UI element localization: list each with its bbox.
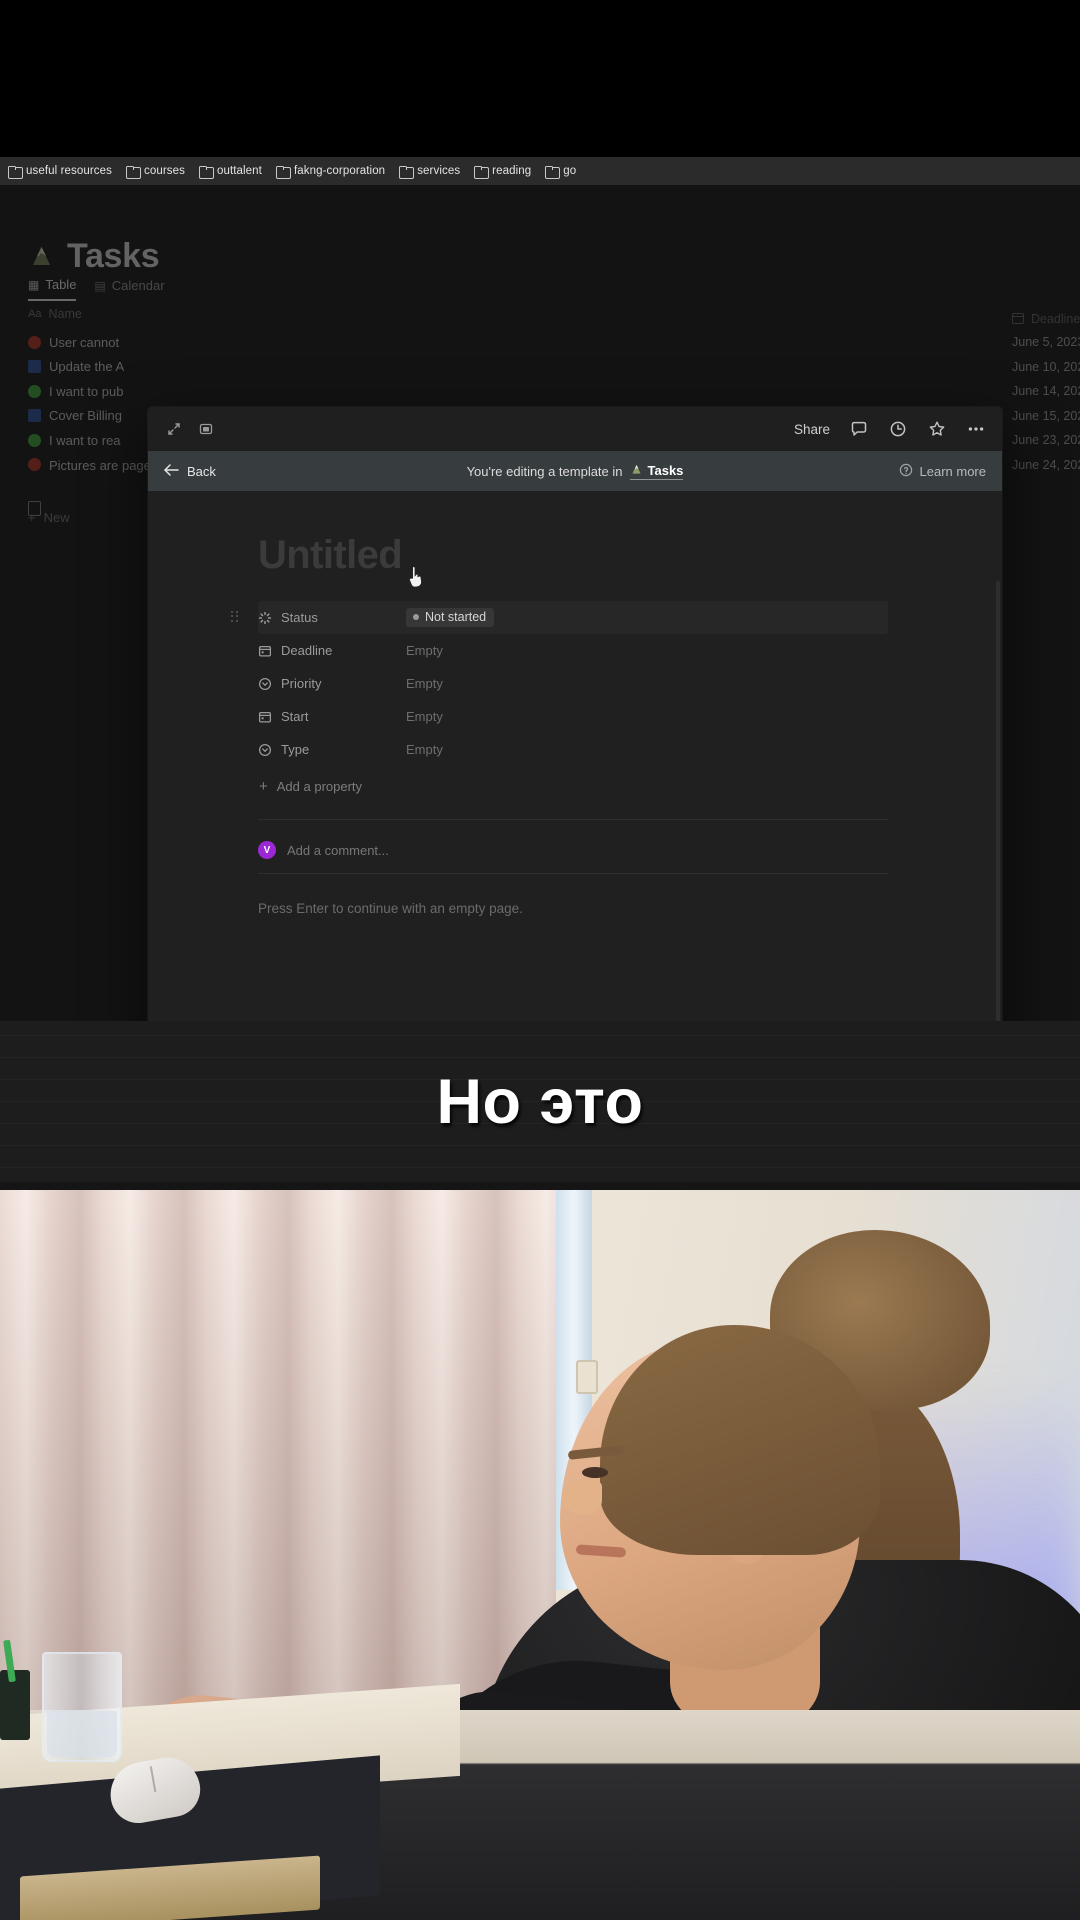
modal-topbar-right: Share <box>794 419 986 439</box>
bookmark-label: useful resources <box>26 165 112 177</box>
comment-icon[interactable] <box>849 419 869 439</box>
property-row-priority[interactable]: Priority Empty <box>258 667 888 700</box>
property-label: Start <box>281 709 309 724</box>
bookmark-label: go <box>563 165 577 177</box>
water <box>47 1711 117 1757</box>
banner-message-wrap: You're editing a template in Tasks <box>148 463 1002 480</box>
subtitle-text: Но это <box>436 1066 644 1137</box>
bookmark-label: services <box>417 165 461 177</box>
nose <box>562 1480 602 1514</box>
modal-topbar: Share <box>148 407 1002 451</box>
bookmark-label: outtalent <box>216 165 262 177</box>
folder-icon <box>545 165 561 179</box>
folder-icon <box>8 165 23 179</box>
add-property-label: Add a property <box>276 779 363 794</box>
bookmark-fakng-corporation[interactable]: fakng-corporation <box>270 163 393 179</box>
property-value-start[interactable]: Empty <box>398 709 888 724</box>
add-comment-row[interactable]: V Add a comment... <box>258 841 389 859</box>
more-options-icon[interactable] <box>966 419 986 439</box>
select-icon <box>258 677 272 691</box>
properties-list: Status Not started Deadline Empty Priori… <box>231 601 888 803</box>
bookmark-useful-resources[interactable]: useful resources <box>2 163 120 179</box>
top-letterbox <box>0 0 1080 157</box>
modal-body: Untitled Status Not started Deadline Emp… <box>148 491 1002 1021</box>
template-editor-modal: Share Back You're editing a template in … <box>148 407 1002 1021</box>
status-value: Not started <box>425 610 487 624</box>
eye <box>582 1467 608 1478</box>
property-value-deadline[interactable]: Empty <box>398 643 888 658</box>
property-label: Status <box>281 610 318 625</box>
property-key-type: Type <box>258 742 398 757</box>
folder-icon <box>275 165 291 179</box>
property-label: Type <box>281 742 310 757</box>
property-label: Priority <box>281 676 322 691</box>
property-row-deadline[interactable]: Deadline Empty <box>258 634 888 667</box>
property-key-priority: Priority <box>258 676 398 691</box>
webcam-top-strip <box>0 1182 1080 1190</box>
clock-icon[interactable] <box>888 419 908 439</box>
modal-scrollbar[interactable] <box>996 581 1000 1021</box>
star-icon[interactable] <box>927 419 947 439</box>
back-button[interactable]: Back <box>164 464 216 479</box>
mountain-icon <box>630 463 643 479</box>
expand-arrows-icon[interactable] <box>164 419 184 439</box>
folder-icon <box>198 165 214 179</box>
webcam-photo <box>0 1182 1080 1920</box>
screen-capture-region: useful resources courses outtalent fakng… <box>0 157 1080 1021</box>
question-circle-icon <box>899 463 913 480</box>
back-label: Back <box>187 463 216 479</box>
learn-more-label: Learn more <box>919 463 986 479</box>
property-value-status[interactable]: Not started <box>398 608 888 627</box>
arrow-left-icon <box>164 463 179 479</box>
modal-topbar-left <box>164 419 216 439</box>
mouse-scroll-line <box>149 1766 157 1793</box>
subtitle-band: Но это <box>0 1021 1080 1182</box>
property-key-status: Status <box>258 610 398 625</box>
banner-database-link[interactable]: Tasks <box>629 463 684 480</box>
plus-icon: + <box>259 778 268 795</box>
avatar: V <box>258 841 276 859</box>
status-dot-icon <box>413 614 419 620</box>
properties-divider <box>258 819 888 820</box>
bookmark-go[interactable]: go <box>539 163 584 179</box>
property-value-type[interactable]: Empty <box>398 742 888 757</box>
status-icon <box>258 611 272 625</box>
select-icon <box>258 743 272 757</box>
bookmark-courses[interactable]: courses <box>120 163 193 179</box>
comment-placeholder: Add a comment... <box>287 842 389 858</box>
property-key-start: Start <box>258 709 398 724</box>
property-label: Deadline <box>281 643 333 658</box>
comment-divider <box>258 873 888 874</box>
property-row-start[interactable]: Start Empty <box>258 700 888 733</box>
drag-handle-icon[interactable] <box>231 610 241 625</box>
calendar-icon <box>258 644 272 658</box>
template-editing-banner: Back You're editing a template in Tasks <box>148 451 1002 491</box>
property-key-deadline: Deadline <box>258 643 398 658</box>
add-property-button[interactable]: + Add a property <box>258 770 888 803</box>
screen-root: useful resources courses outtalent fakng… <box>0 0 1080 1920</box>
fullscreen-icon[interactable] <box>196 419 216 439</box>
banner-message: You're editing a template in <box>466 463 623 479</box>
bookmark-label: courses <box>143 165 185 177</box>
banner-database-name: Tasks <box>647 463 684 478</box>
folder-icon <box>474 165 490 179</box>
property-value-priority[interactable]: Empty <box>398 676 888 691</box>
property-row-type[interactable]: Type Empty <box>258 733 888 766</box>
folder-icon <box>125 165 141 179</box>
calendar-icon <box>258 710 272 724</box>
status-badge[interactable]: Not started <box>406 608 495 627</box>
learn-more-link[interactable]: Learn more <box>899 463 986 480</box>
bookmark-services[interactable]: services <box>393 163 468 179</box>
drinking-glass <box>42 1652 122 1762</box>
share-button[interactable]: Share <box>794 422 830 437</box>
bookmark-outtalent[interactable]: outtalent <box>193 163 270 179</box>
bookmark-label: fakng-corporation <box>293 165 386 177</box>
page-title-placeholder[interactable]: Untitled <box>258 533 403 578</box>
bookmarks-bar: useful resources courses outtalent fakng… <box>0 157 1080 185</box>
bookmark-label: reading <box>492 165 532 177</box>
empty-page-hint: Press Enter to continue with an empty pa… <box>258 901 523 916</box>
bookmark-reading[interactable]: reading <box>468 163 539 179</box>
property-row-status[interactable]: Status Not started <box>231 601 888 634</box>
folder-icon <box>399 165 415 179</box>
